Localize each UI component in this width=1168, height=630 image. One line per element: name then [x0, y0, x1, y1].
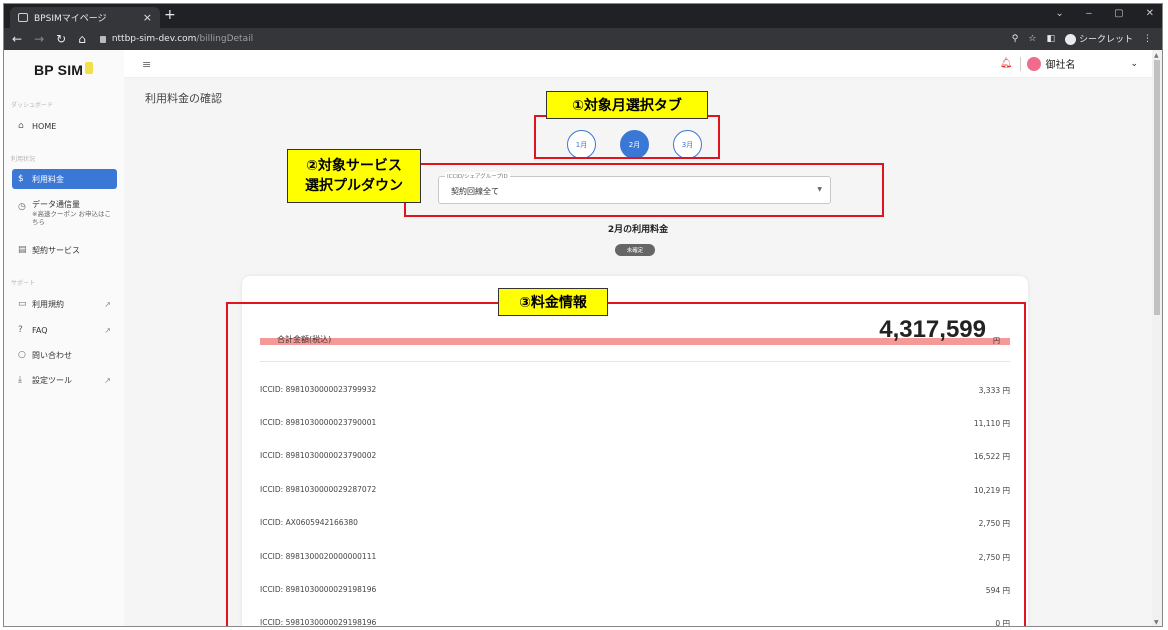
hamburger-menu-icon[interactable]: ≡	[142, 58, 151, 71]
lock-icon	[99, 35, 106, 43]
url-host: nttbp-sim-dev.com	[111, 34, 197, 44]
window-controls: ⌄ ‒ ▢ ✕	[1055, 8, 1154, 19]
restore-button[interactable]: ▢	[1114, 8, 1123, 19]
address-bar: ← → ↻ ⌂ nttbp-sim-dev.com/billingDetail …	[4, 28, 1162, 50]
sidebar-item-settings-tool[interactable]: ⤓ 設定ツール ↗	[12, 370, 117, 390]
side-panel-icon[interactable]: ◧	[1046, 34, 1055, 44]
sidebar-item-billing[interactable]: $ 利用料金	[12, 169, 117, 189]
bookmark-star-icon[interactable]: ☆	[1028, 34, 1036, 44]
sidebar-item-label: 利用規約	[32, 299, 64, 309]
sim-card-icon	[18, 13, 28, 22]
chat-bubble-icon: ○	[18, 350, 26, 360]
page-title: 利用料金の確認	[145, 92, 222, 105]
annotation-box-billing-info	[226, 302, 1026, 626]
bp-sim-logo[interactable]: BP SIM	[34, 62, 94, 78]
status-badge: 未確定	[615, 244, 655, 256]
screenshot-frame: BPSIMマイページ × + ⌄ ‒ ▢ ✕ ← → ↻ ⌂ nttbp-sim…	[3, 3, 1163, 627]
annotation-label-billing-info: ③料金情報	[498, 288, 608, 316]
top-app-bar: ≡ 🔔︎ 御社名 ⌄	[124, 50, 1152, 78]
annotation-label-service-select: ②対象サービス 選択プルダウン	[287, 149, 421, 203]
browser-tab-bar: BPSIMマイページ × + ⌄ ‒ ▢ ✕	[4, 4, 1162, 28]
book-icon: ▭	[18, 299, 27, 309]
new-tab-button[interactable]: +	[164, 7, 176, 23]
annotation-box-month-tabs	[534, 115, 720, 159]
incognito-indicator[interactable]: シークレット	[1064, 32, 1133, 45]
annotation-label-month-tabs: ①対象月選択タブ	[546, 91, 708, 119]
sidebar-item-label: 利用料金	[32, 174, 64, 184]
scroll-down-icon[interactable]: ▼	[1154, 619, 1159, 626]
section-support: サポート	[11, 280, 36, 287]
sidebar-item-label: 契約サービス	[32, 245, 80, 255]
url-field[interactable]: nttbp-sim-dev.com/billingDetail	[99, 34, 254, 44]
sidebar: BP SIM ダッシュボード ⌂ HOME 利用状況 $ 利用料金 ◷ データ通…	[4, 50, 124, 626]
external-link-icon: ↗	[104, 299, 111, 309]
annotation-label-line: 選択プルダウン	[305, 178, 403, 194]
minimize-button[interactable]: ‒	[1086, 8, 1092, 19]
sidebar-item-label: HOME	[32, 121, 57, 131]
user-name[interactable]: 御社名	[1045, 56, 1075, 71]
forward-icon[interactable]: →	[34, 32, 44, 46]
sim-logo-icon	[85, 62, 94, 74]
scrollbar-thumb[interactable]	[1154, 60, 1160, 315]
sidebar-item-label: 設定ツール	[32, 375, 72, 385]
month-heading: 2月の利用料金	[607, 225, 669, 235]
sidebar-item-faq[interactable]: ? FAQ ↗	[12, 320, 117, 340]
house-icon: ⌂	[18, 121, 24, 131]
close-window-button[interactable]: ✕	[1146, 8, 1154, 19]
sidebar-item-contact[interactable]: ○ 問い合わせ	[12, 345, 117, 365]
sidebar-item-label: 問い合わせ	[32, 350, 72, 360]
annotation-box-service-select	[404, 163, 884, 217]
divider	[1020, 56, 1022, 71]
home-icon[interactable]: ⌂	[78, 32, 86, 46]
document-icon: ▤	[18, 245, 27, 255]
user-avatar-icon[interactable]	[1027, 56, 1042, 71]
browser-menu-icon[interactable]: ⋮	[1143, 34, 1152, 44]
dollar-icon: $	[18, 174, 24, 184]
sidebar-item-contract-services[interactable]: ▤ 契約サービス	[12, 240, 117, 260]
sidebar-item-home[interactable]: ⌂ HOME	[12, 116, 117, 136]
scroll-up-icon[interactable]: ▲	[1154, 52, 1159, 59]
browser-tab[interactable]: BPSIMマイページ ×	[10, 7, 160, 28]
sidebar-item-terms[interactable]: ▭ 利用規約 ↗	[12, 294, 117, 314]
download-icon: ⤓	[18, 375, 22, 385]
section-usage: 利用状況	[11, 156, 36, 163]
external-link-icon: ↗	[104, 325, 111, 335]
tab-search-icon[interactable]: ⌄	[1055, 8, 1063, 19]
annotation-label-line: ②対象サービス	[306, 158, 402, 174]
incognito-icon	[1064, 34, 1076, 45]
incognito-label: シークレット	[1078, 35, 1133, 45]
external-link-icon: ↗	[104, 375, 111, 385]
notification-bell-icon[interactable]: 🔔︎	[1000, 58, 1013, 69]
chevron-down-icon[interactable]: ⌄	[1130, 59, 1138, 69]
close-tab-icon[interactable]: ×	[143, 11, 152, 24]
browser-tab-title: BPSIMマイページ	[34, 14, 107, 24]
reload-icon[interactable]: ↻	[56, 32, 66, 46]
sidebar-item-label: FAQ	[32, 325, 48, 335]
logo-text: BP SIM	[34, 62, 84, 78]
zoom-icon[interactable]: ⚲	[1012, 34, 1019, 44]
sidebar-item-label: データ通信量	[32, 200, 80, 209]
page-scrollbar[interactable]: ▲ ▼	[1152, 50, 1162, 626]
back-icon[interactable]: ←	[12, 32, 22, 46]
question-icon: ?	[18, 325, 23, 335]
url-path: /billingDetail	[196, 34, 254, 44]
section-dashboard: ダッシュボード	[11, 102, 54, 109]
